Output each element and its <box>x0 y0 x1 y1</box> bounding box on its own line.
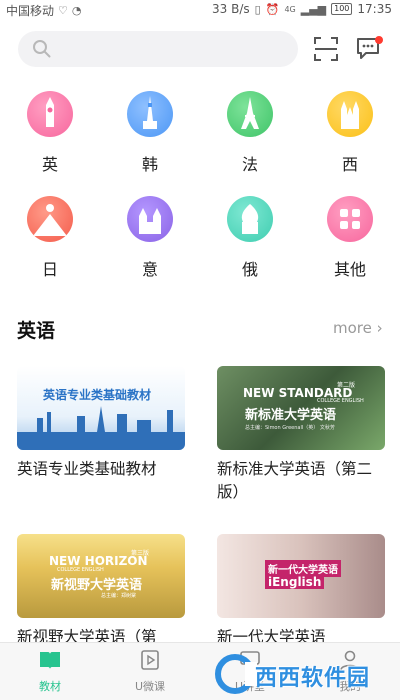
eiffel-tower-icon <box>227 91 273 137</box>
language-english[interactable]: 英 <box>15 91 85 191</box>
book-cover: NEW HORIZON COLLEGE ENGLISH 新视野大学英语 第三版 … <box>17 534 185 618</box>
language-french[interactable]: 法 <box>215 91 285 191</box>
tab-microcourse[interactable]: U微课 <box>110 649 190 694</box>
signal-icon: ▂▄▆ <box>300 2 327 16</box>
tab-textbooks[interactable]: 教材 <box>10 649 90 694</box>
castle-icon <box>127 196 173 242</box>
language-label: 俄 <box>241 260 258 279</box>
notification-badge <box>375 36 383 44</box>
network-type: 4G <box>284 4 296 14</box>
book-cover: 英语专业类基础教材 <box>17 366 185 450</box>
network-speed: 33 B/s <box>212 2 250 16</box>
language-russian[interactable]: 俄 <box>215 196 285 296</box>
status-bar: 中国移动 ♡ ◔ 33 B/s ▯ ⏰ 4G ▂▄▆ 100 17:35 <box>0 0 400 20</box>
vibrate-icon: ▯ <box>254 2 261 16</box>
book-card[interactable]: 英语专业类基础教材 英语专业类基础教材 <box>17 366 185 481</box>
language-label: 意 <box>141 260 158 279</box>
alarm-icon: ⏰ <box>265 2 280 16</box>
cover-chinese-title: 新视野大学英语 <box>51 578 143 593</box>
grid-icon <box>327 196 373 242</box>
language-label: 西 <box>341 155 358 174</box>
onion-dome-icon <box>227 196 273 242</box>
cathedral-icon <box>327 91 373 137</box>
language-label: 法 <box>241 155 258 174</box>
search-bar[interactable] <box>18 31 298 67</box>
cover-brand: iEnglish <box>265 575 325 589</box>
book-icon <box>40 652 60 669</box>
book-title: 新标准大学英语（第二版） <box>217 460 373 501</box>
scan-icon[interactable] <box>313 36 339 62</box>
clock: 17:35 <box>357 2 392 16</box>
cover-edition: 第三版 <box>131 550 150 557</box>
language-label: 韩 <box>141 155 158 174</box>
search-input[interactable] <box>58 37 288 61</box>
cover-editor: 总主编：Simon Greenall（英） 文秋芳 <box>245 425 335 431</box>
watermark: 西西软件园 <box>215 652 395 696</box>
language-label: 英 <box>41 155 58 174</box>
video-icon <box>141 650 159 670</box>
language-label: 日 <box>41 260 58 279</box>
section-title: 英语 <box>17 320 56 342</box>
notification-icon: ◔ <box>71 4 82 17</box>
more-label: more <box>333 319 372 337</box>
watermark-text: 西西软件园 <box>255 666 371 691</box>
book-cover: NEW STANDARD COLLEGE ENGLISH 新标准大学英语 第二版… <box>217 366 385 450</box>
cover-chinese-title: 新标准大学英语 <box>245 408 337 423</box>
book-title: 英语专业类基础教材 <box>17 460 157 478</box>
book-cover: 新一代大学英语 iEnglish <box>217 534 385 618</box>
language-other[interactable]: 其他 <box>315 196 385 296</box>
more-link[interactable]: more › <box>333 319 383 337</box>
cover-edition: 第二版 <box>337 382 356 389</box>
mount-fuji-icon <box>27 196 73 242</box>
book-card[interactable]: NEW STANDARD COLLEGE ENGLISH 新标准大学英语 第二版… <box>217 366 385 504</box>
book-card[interactable]: NEW HORIZON COLLEGE ENGLISH 新视野大学英语 第三版 … <box>17 534 185 649</box>
tab-label: U微课 <box>134 680 166 693</box>
cover-editor: 总主编：郑树棠 <box>101 593 137 599</box>
language-spanish[interactable]: 西 <box>315 91 385 191</box>
tower-icon <box>127 91 173 137</box>
language-italian[interactable]: 意 <box>115 196 185 296</box>
tab-label: 教材 <box>39 680 61 693</box>
big-ben-icon <box>27 91 73 137</box>
message-icon[interactable] <box>356 35 384 61</box>
chevron-right-icon: › <box>376 319 383 337</box>
heart-icon: ♡ <box>58 4 68 17</box>
language-japanese[interactable]: 日 <box>15 196 85 296</box>
book-card[interactable]: 新一代大学英语 iEnglish 新一代大学英语 <box>217 534 385 649</box>
battery-icon: 100 <box>331 3 353 15</box>
language-korean[interactable]: 韩 <box>115 91 185 191</box>
carrier-label: 中国移动 <box>6 4 55 18</box>
cover-subtitle: COLLEGE ENGLISH <box>57 567 104 573</box>
language-label: 其他 <box>333 260 366 279</box>
search-icon <box>33 40 51 58</box>
